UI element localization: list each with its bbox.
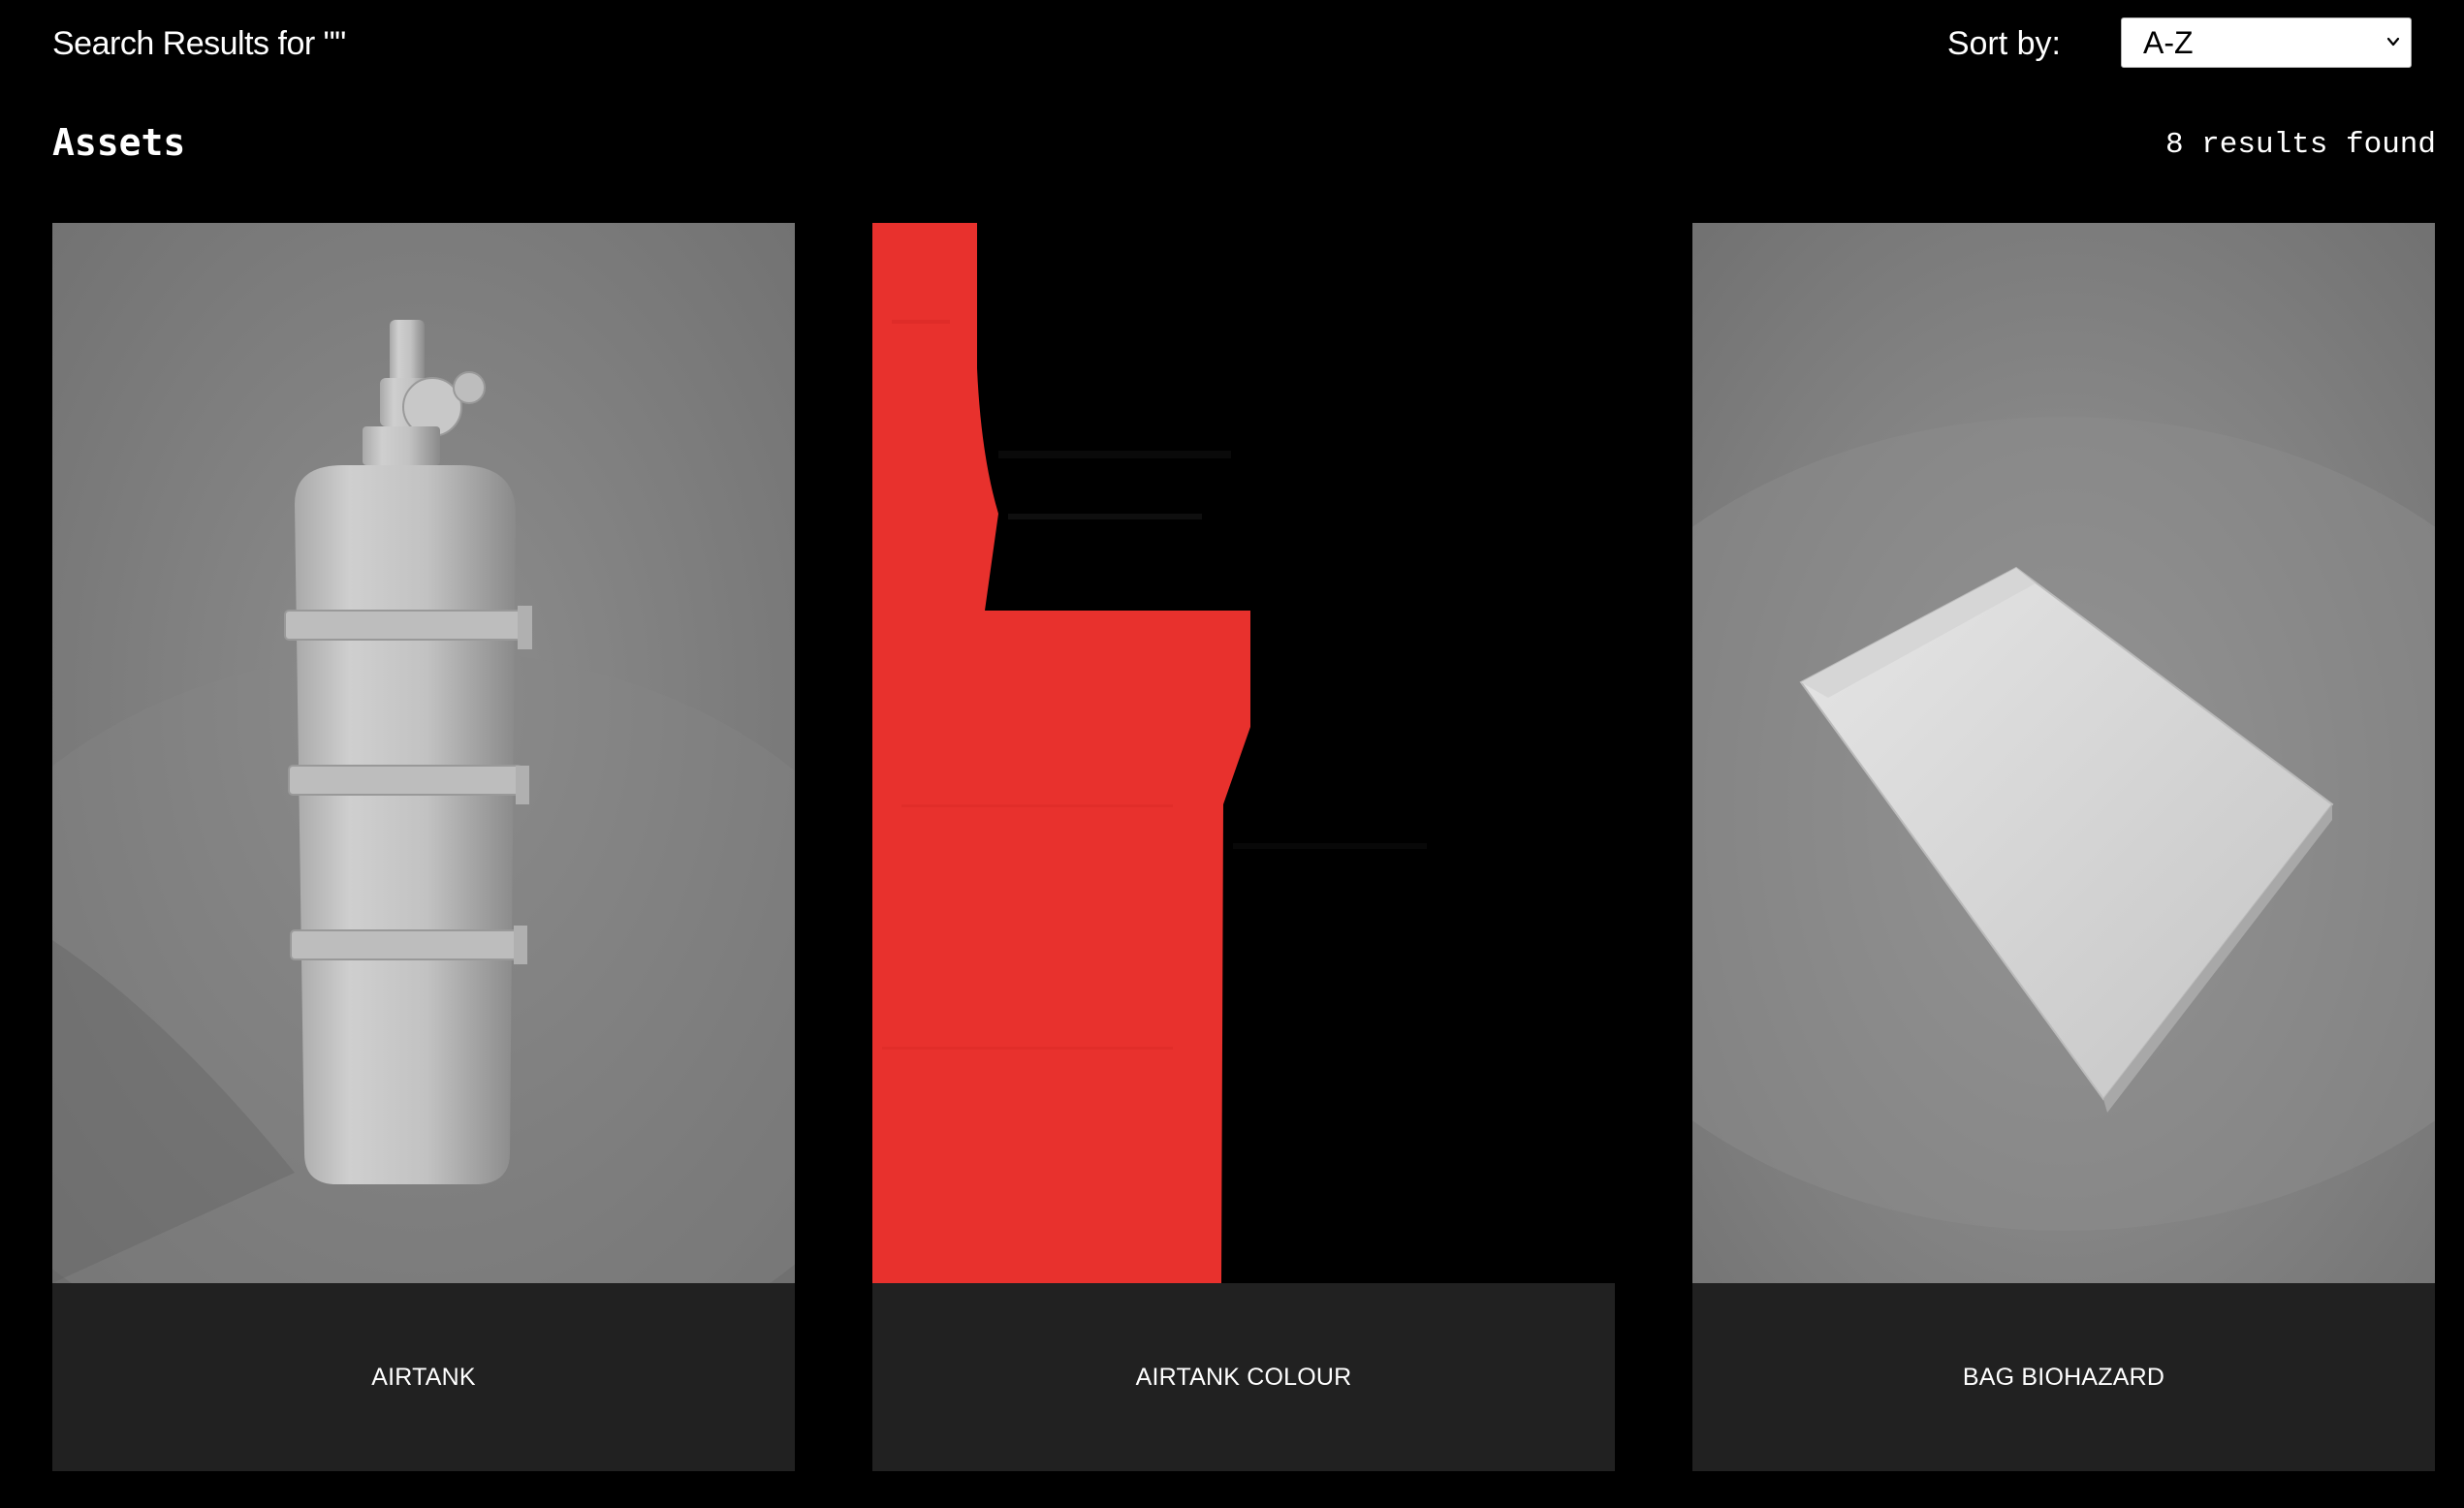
asset-card-airtank-colour[interactable]: AIRTANK COLOUR xyxy=(872,223,1615,1471)
asset-name: BAG BIOHAZARD xyxy=(1962,1363,2165,1391)
results-count: 8 results found xyxy=(2164,128,2436,162)
chevron-down-icon xyxy=(2386,37,2400,47)
section-title: Assets xyxy=(52,121,186,164)
asset-grid: AIRTANK AIRTANK COLOUR BAG BIOHAZARD xyxy=(52,223,2435,1471)
asset-name: AIRTANK xyxy=(371,1363,476,1391)
top-bar: Search Results for "" Sort by: A-Z xyxy=(52,14,2412,74)
sort-select[interactable]: A-Z xyxy=(2121,17,2412,68)
sort-by-label: Sort by: xyxy=(1946,25,2061,62)
asset-thumbnail xyxy=(872,223,1615,1283)
asset-thumbnail xyxy=(1692,223,2435,1283)
asset-card-airtank[interactable]: AIRTANK xyxy=(52,223,795,1471)
asset-thumbnail xyxy=(52,223,795,1283)
search-results-page: Search Results for "" Sort by: A-Z Asset… xyxy=(0,0,2464,1508)
airtank-preview-image xyxy=(52,223,795,1283)
asset-card-bag-biohazard[interactable]: BAG BIOHAZARD xyxy=(1692,223,2435,1471)
asset-label-area: BAG BIOHAZARD xyxy=(1692,1283,2435,1471)
search-results-title: Search Results for "" xyxy=(52,25,346,62)
asset-label-area: AIRTANK xyxy=(52,1283,795,1471)
bag-biohazard-preview-image xyxy=(1692,223,2435,1283)
asset-name: AIRTANK COLOUR xyxy=(1135,1363,1352,1391)
airtank-colour-texture-image xyxy=(872,223,1615,1283)
sort-select-value: A-Z xyxy=(2143,25,2194,60)
asset-label-area: AIRTANK COLOUR xyxy=(872,1283,1615,1471)
